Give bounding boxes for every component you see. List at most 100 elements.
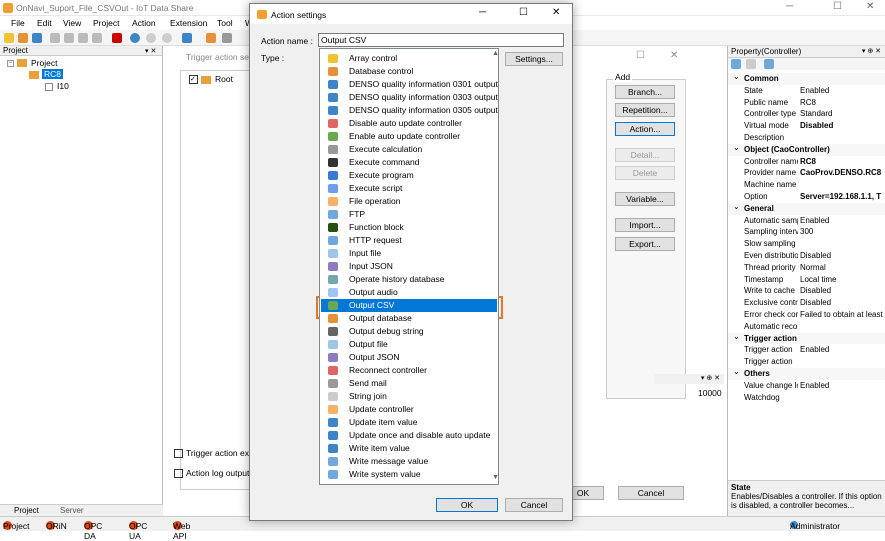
tool-icon[interactable]	[206, 33, 216, 43]
trigger-tab[interactable]: Trigger action setti	[170, 50, 260, 64]
collapse-icon[interactable]: ⌄	[733, 144, 740, 154]
dialog-ok-button[interactable]: OK	[436, 498, 498, 512]
action-type-item[interactable]: Update once and disable auto update	[321, 429, 497, 442]
action-type-item[interactable]: Output CSV	[321, 299, 497, 312]
new-icon[interactable]	[4, 33, 14, 43]
action-type-item[interactable]: Update controller	[321, 403, 497, 416]
settings-icon[interactable]	[222, 33, 232, 43]
action-name-input[interactable]: Output CSV	[318, 33, 564, 47]
property-row[interactable]: Description	[728, 132, 885, 144]
action-type-item[interactable]: Input file	[321, 247, 497, 260]
play-icon[interactable]	[130, 33, 140, 43]
trigger-restore-icon[interactable]: ☐	[636, 50, 645, 61]
property-row[interactable]: Controller type Standard	[728, 108, 885, 120]
left-panel-pin-icon[interactable]: ▾ ✕	[145, 47, 156, 55]
root-checkbox[interactable]: ✓	[189, 75, 198, 84]
maximize-icon[interactable]: ☐	[833, 1, 842, 12]
dialog-maximize-icon[interactable]: ☐	[519, 7, 528, 18]
action-type-item[interactable]: String join	[321, 390, 497, 403]
property-category[interactable]: Common ⌄	[728, 73, 885, 85]
property-category[interactable]: Others ⌄	[728, 368, 885, 380]
delete-button[interactable]: Delete	[615, 166, 675, 180]
tree-controller-label[interactable]: RC8	[42, 69, 64, 79]
menu-view[interactable]: View	[63, 18, 81, 28]
action-type-item[interactable]: Output file	[321, 338, 497, 351]
stop-icon[interactable]	[162, 33, 172, 43]
collapse-icon[interactable]: ⌄	[733, 368, 740, 378]
menu-extension[interactable]: Extension	[170, 18, 207, 28]
property-pin-icon[interactable]: ▾ ⊕ ✕	[862, 46, 881, 58]
cut-icon[interactable]	[50, 33, 60, 43]
minimize-icon[interactable]: ─	[786, 1, 793, 12]
action-type-item[interactable]: DENSO quality information 0301 output	[321, 78, 498, 91]
action-type-item[interactable]: File operation	[321, 195, 497, 208]
property-row[interactable]: Provider name CaoProv.DENSO.RC8	[728, 167, 885, 179]
property-row[interactable]: Automatic samplingEnabled	[728, 215, 885, 227]
export-button[interactable]: Export...	[615, 237, 675, 251]
categorized-icon[interactable]	[731, 59, 741, 69]
property-row[interactable]: Error check con Failed to obtain at least	[728, 309, 885, 321]
property-row[interactable]: Timestamp Local time	[728, 274, 885, 286]
property-row[interactable]: Slow sampling	[728, 238, 885, 250]
action-type-item[interactable]: Operate history database	[321, 273, 497, 286]
action-type-item[interactable]: Output debug string	[321, 325, 497, 338]
action-type-item[interactable]: Database control	[321, 65, 497, 78]
property-row[interactable]: Thread priority Normal	[728, 262, 885, 274]
repetition-button[interactable]: Repetition...	[615, 103, 675, 117]
copy-icon[interactable]	[64, 33, 74, 43]
property-row[interactable]: Even distribution Disabled	[728, 250, 885, 262]
import-button[interactable]: Import...	[615, 218, 675, 232]
action-type-item[interactable]: Input JSON	[321, 260, 497, 273]
menu-tool[interactable]: Tool	[217, 18, 233, 28]
collapse-icon[interactable]: ⌄	[733, 203, 740, 213]
trigger-exec-checkbox[interactable]	[174, 449, 183, 458]
action-type-item[interactable]: Execute calculation	[321, 143, 497, 156]
toolbox-icon[interactable]	[112, 33, 122, 43]
paste-icon[interactable]	[78, 33, 88, 43]
trigger-close-icon[interactable]: ✕	[670, 50, 678, 61]
collapse-icon[interactable]: ⌄	[733, 333, 740, 343]
tree-io-label[interactable]: I10	[57, 81, 69, 91]
action-button[interactable]: Action...	[615, 122, 675, 136]
property-row[interactable]: Sampling interval300	[728, 226, 885, 238]
menu-project[interactable]: Project	[93, 18, 119, 28]
delete-icon[interactable]	[92, 33, 102, 43]
action-type-item[interactable]: Disable auto update controller	[321, 117, 497, 130]
dialog-minimize-icon[interactable]: ─	[479, 7, 486, 18]
property-category[interactable]: General ⌄	[728, 202, 885, 215]
action-type-item[interactable]: Write system value	[321, 468, 497, 481]
property-category[interactable]: Object (CaoController) ⌄	[728, 143, 885, 156]
property-row[interactable]: Trigger action Enabled	[728, 344, 885, 356]
action-type-item[interactable]: Execute program	[321, 169, 497, 182]
tree-expander-icon[interactable]: −	[7, 60, 14, 67]
collapse-icon[interactable]: ⌄	[733, 73, 740, 83]
property-row[interactable]: Write to cache Disabled	[728, 285, 885, 297]
branch-button[interactable]: Branch...	[615, 85, 675, 99]
close-icon[interactable]: ✕	[866, 1, 874, 12]
property-row[interactable]: Option Server=192.168.1.1, T	[728, 191, 885, 203]
action-type-item[interactable]: Output database	[321, 312, 497, 325]
action-type-item[interactable]: DENSO quality information 0303 output	[321, 91, 498, 104]
action-type-item[interactable]: Output JSON	[321, 351, 497, 364]
dialog-close-icon[interactable]: ✕	[552, 7, 560, 18]
property-row[interactable]: Value change logEnabled	[728, 380, 885, 392]
detail-button[interactable]: Detail...	[615, 148, 675, 162]
menu-edit[interactable]: Edit	[37, 18, 52, 28]
tab-project[interactable]: Project	[14, 506, 39, 515]
tab-server[interactable]: Server	[60, 506, 84, 515]
property-row[interactable]: Trigger action	[728, 356, 885, 368]
property-row[interactable]: Controller name RC8	[728, 156, 885, 168]
open-icon[interactable]	[18, 33, 28, 43]
action-type-item[interactable]: Update item value	[321, 416, 497, 429]
alphabetical-icon[interactable]	[746, 59, 756, 69]
trigger-cancel-button[interactable]: Cancel	[618, 486, 684, 500]
monitor-icon[interactable]	[182, 33, 192, 43]
action-type-item[interactable]: Execute command	[321, 156, 497, 169]
property-row[interactable]: State Enabled	[728, 85, 885, 97]
action-type-item[interactable]: Reconnect controller	[321, 364, 497, 377]
action-type-item[interactable]: Function block	[321, 221, 497, 234]
action-type-item[interactable]: Enable auto update controller	[321, 130, 497, 143]
action-type-item[interactable]: Output audio	[321, 286, 497, 299]
dialog-cancel-button[interactable]: Cancel	[505, 498, 563, 512]
action-type-item[interactable]: FTP	[321, 208, 497, 221]
